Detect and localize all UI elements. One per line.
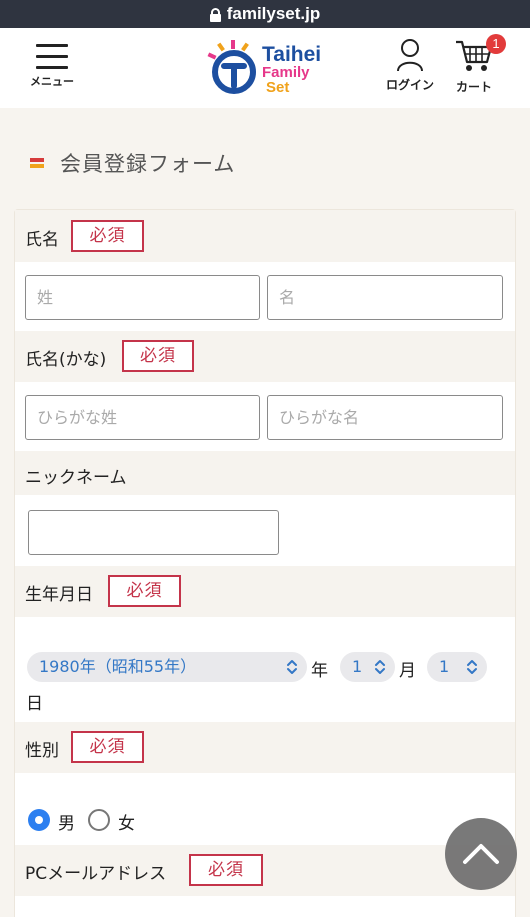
gender-female-radio[interactable] [88, 809, 110, 831]
first-name-input[interactable] [267, 275, 503, 320]
gender-label: 性別 [25, 741, 59, 761]
login-button[interactable]: ログイン [383, 38, 437, 98]
select-chevron-icon [287, 660, 297, 674]
site-logo[interactable]: Taihei Family Set [204, 34, 334, 100]
cart-count-badge: 1 [486, 34, 506, 54]
login-label: ログイン [385, 78, 434, 92]
menu-label: メニュー [30, 75, 74, 88]
hamburger-icon-bar [36, 55, 68, 58]
name-kana-label-row: 氏名(かな) 必須 [15, 331, 515, 382]
birth-day-select[interactable]: 1 [427, 652, 487, 682]
gender-required-badge: 必須 [71, 731, 144, 763]
birth-year-value: 1980年（昭和55年） [39, 657, 197, 676]
logo-line1: Taihei [262, 43, 322, 66]
logo-text: Taihei Family Set [262, 44, 321, 95]
menu-button[interactable]: メニュー [26, 42, 78, 92]
last-name-input[interactable] [25, 275, 260, 320]
page-title: 会員登録フォーム [30, 148, 235, 178]
site-header: メニュー Taihei Family Set ログイン カート 1 [0, 28, 530, 108]
lock-icon [209, 7, 221, 22]
nickname-input[interactable] [28, 510, 279, 555]
scroll-to-top-button[interactable] [445, 818, 517, 890]
title-marker-icon [30, 158, 44, 168]
name-required-badge: 必須 [71, 220, 144, 252]
birthday-required-badge: 必須 [108, 575, 181, 607]
gender-male-radio[interactable] [28, 809, 50, 831]
browser-url-bar[interactable]: familyset.jp [0, 0, 530, 28]
birth-month-value: 1 [352, 657, 363, 676]
gender-label-row: 性別 必須 [15, 722, 515, 773]
hamburger-icon [36, 44, 68, 47]
pc-email-label: PCメールアドレス [25, 864, 167, 884]
logo-mark-icon [207, 40, 256, 94]
chevron-up-icon [463, 844, 499, 864]
registration-form: 氏名 必須 氏名(かな) 必須 ニックネーム 生年月日 必須 1980年（昭和5… [14, 209, 516, 917]
pc-email-required-badge: 必須 [189, 854, 263, 886]
page-title-text: 会員登録フォーム [60, 152, 236, 176]
cart-label: カート [455, 80, 492, 94]
birth-year-select[interactable]: 1980年（昭和55年） [27, 652, 307, 682]
gender-male-label[interactable]: 男 [58, 809, 75, 834]
hamburger-icon-bar [36, 66, 68, 69]
last-name-kana-input[interactable] [25, 395, 260, 440]
cart-button[interactable]: カート 1 [448, 34, 506, 98]
gender-female-label[interactable]: 女 [118, 809, 135, 834]
month-suffix: 月 [399, 661, 416, 681]
birthday-label-row: 生年月日 必須 [15, 566, 515, 617]
birth-month-select[interactable]: 1 [340, 652, 395, 682]
name-label: 氏名 [25, 230, 59, 250]
pc-email-label-row: PCメールアドレス 必須 [15, 845, 515, 896]
select-chevron-icon [467, 660, 477, 674]
user-icon [397, 39, 423, 72]
day-suffix: 日 [26, 694, 43, 714]
nickname-label-row: ニックネーム [15, 451, 515, 495]
name-label-row: 氏名 必須 [15, 210, 515, 262]
birthday-label: 生年月日 [25, 585, 93, 605]
select-chevron-icon [375, 660, 385, 674]
birth-day-value: 1 [439, 657, 450, 676]
first-name-kana-input[interactable] [267, 395, 503, 440]
year-suffix: 年 [311, 661, 328, 681]
logo-line2: Family [262, 64, 310, 81]
nickname-label: ニックネーム [25, 468, 127, 488]
name-kana-label: 氏名(かな) [25, 350, 107, 370]
name-kana-required-badge: 必須 [122, 340, 194, 372]
url-text: familyset.jp [226, 4, 321, 23]
logo-line3: Set [266, 79, 290, 96]
